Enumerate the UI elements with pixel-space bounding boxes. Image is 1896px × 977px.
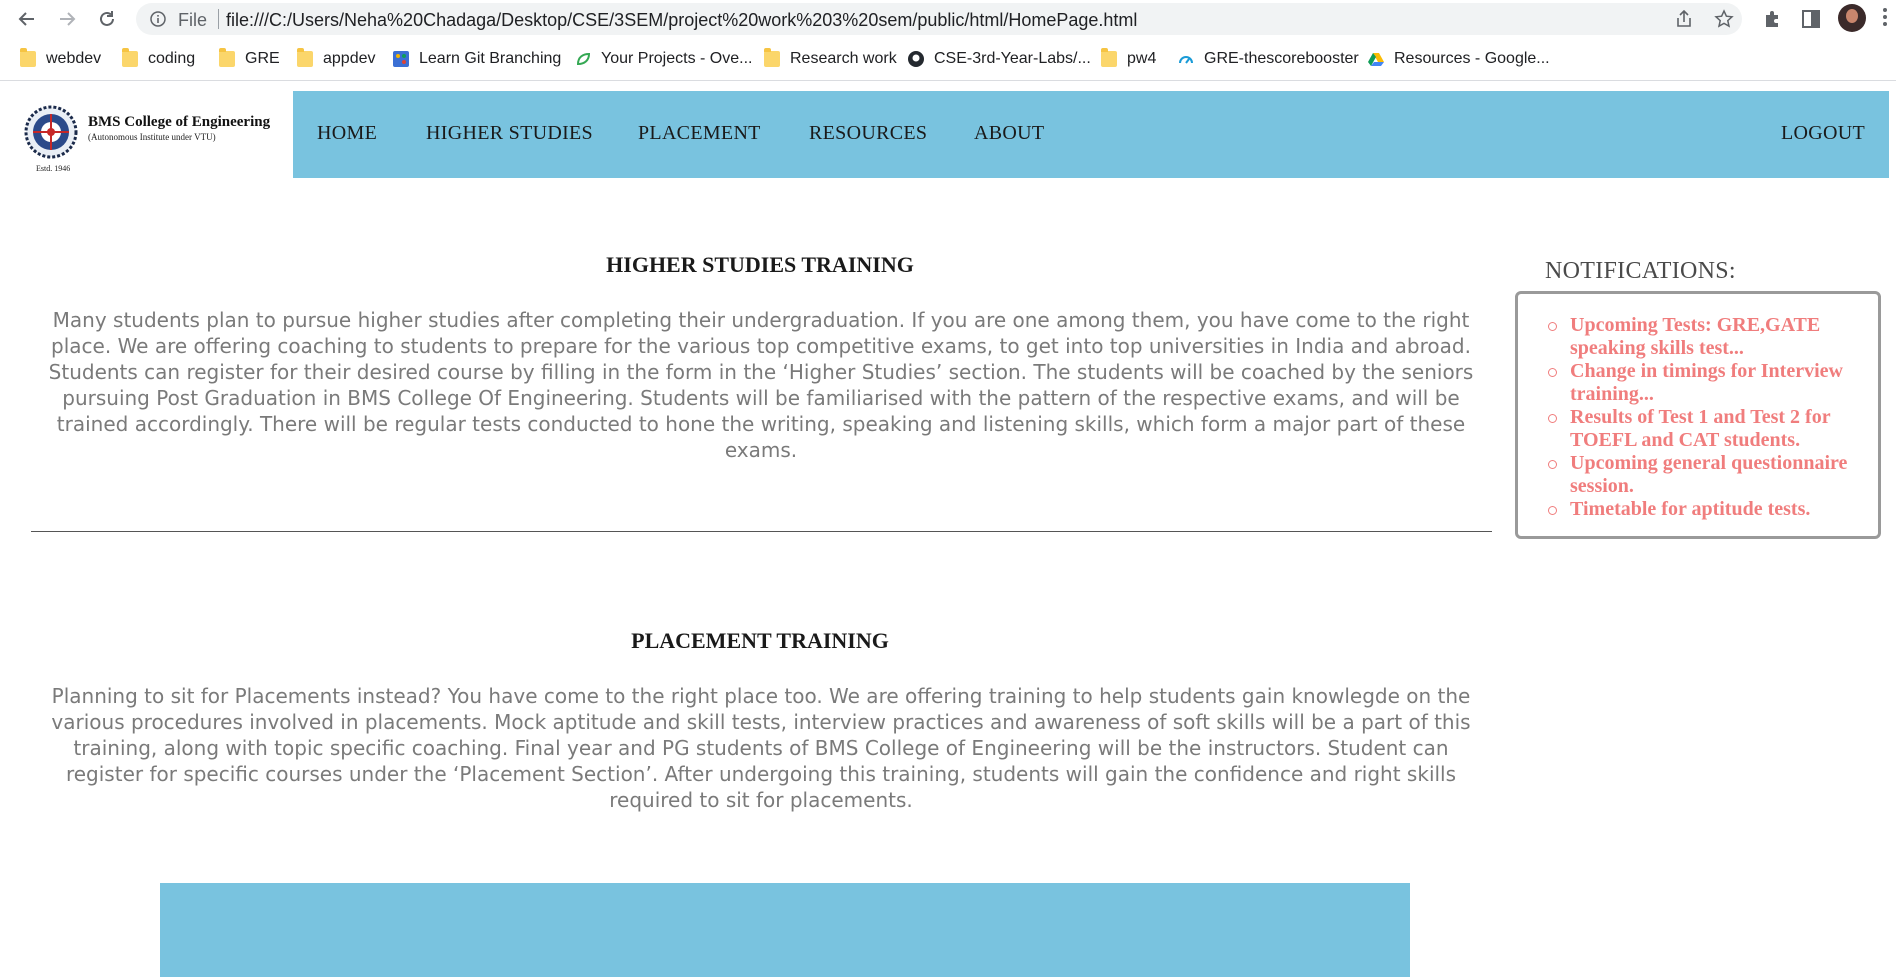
- folder-icon: [1101, 48, 1117, 67]
- bookmark-webdev[interactable]: webdev: [20, 48, 101, 70]
- notification-item[interactable]: Upcoming Tests: GRE,GATE speaking skills…: [1546, 314, 1862, 360]
- main-navbar: HOME HIGHER STUDIES PLACEMENT RESOURCES …: [293, 91, 1889, 178]
- folder-icon: [20, 48, 36, 67]
- forward-arrow-icon[interactable]: [54, 6, 80, 32]
- nav-about[interactable]: ABOUT: [974, 122, 1044, 145]
- bookmark-label: Your Projects - Ove...: [601, 50, 753, 67]
- back-arrow-icon[interactable]: [14, 6, 40, 32]
- placement-title: PLACEMENT TRAINING: [631, 628, 889, 653]
- nav-higher-studies[interactable]: HIGHER STUDIES: [426, 122, 593, 145]
- bookmark-resources-google[interactable]: Resources - Google...: [1368, 48, 1550, 70]
- bookmark-label: GRE: [245, 50, 280, 67]
- profile-avatar[interactable]: [1838, 4, 1866, 32]
- bookmark-research-work[interactable]: Research work: [764, 48, 897, 70]
- notifications-panel: Upcoming Tests: GRE,GATE speaking skills…: [1515, 291, 1881, 539]
- bookmark-your-projects[interactable]: Your Projects - Ove...: [575, 48, 752, 70]
- bookmark-label: GRE-thescorebooster: [1204, 50, 1359, 67]
- college-name: BMS College of Engineering: [88, 114, 271, 130]
- git-branching-icon: [393, 51, 409, 67]
- github-icon: [908, 51, 924, 67]
- gauge-icon: [1178, 51, 1194, 67]
- bookmarks-bar: webdev coding GRE appdev Learn Git Branc…: [0, 38, 1896, 81]
- bookmark-coding[interactable]: coding: [122, 48, 195, 70]
- address-bar[interactable]: File file:///C:/Users/Neha%20Chadaga/Des…: [136, 3, 1742, 35]
- notification-item[interactable]: Change in timings for Interview training…: [1546, 360, 1862, 406]
- separator: [218, 9, 219, 29]
- college-logo[interactable]: BMS College of Engineering (Autonomous I…: [20, 100, 290, 180]
- section-divider: [31, 531, 1492, 532]
- bookmark-cse-labs[interactable]: CSE-3rd-Year-Labs/...: [908, 48, 1091, 70]
- bookmark-learn-git-branching[interactable]: Learn Git Branching: [393, 48, 561, 70]
- nav-home[interactable]: HOME: [317, 122, 377, 145]
- notifications-list: Upcoming Tests: GRE,GATE speaking skills…: [1546, 314, 1862, 521]
- placement-body: Planning to sit for Placements instead? …: [51, 684, 1471, 812]
- info-icon[interactable]: [150, 11, 166, 27]
- bookmark-label: webdev: [46, 50, 102, 67]
- college-established: Estd. 1946: [36, 164, 71, 173]
- bookmark-pw4[interactable]: pw4: [1101, 48, 1156, 70]
- folder-icon: [764, 48, 780, 67]
- notifications-title: NOTIFICATIONS:: [1545, 258, 1736, 284]
- content-banner: [160, 883, 1410, 977]
- google-drive-icon: [1368, 51, 1384, 67]
- browser-toolbar: File file:///C:/Users/Neha%20Chadaga/Des…: [0, 0, 1896, 38]
- bookmark-label: CSE-3rd-Year-Labs/...: [934, 50, 1091, 67]
- college-subtitle: (Autonomous Institute under VTU): [88, 132, 216, 142]
- notification-item[interactable]: Upcoming general questionnaire session.: [1546, 452, 1862, 498]
- side-panel-icon[interactable]: [1800, 8, 1822, 30]
- bookmark-label: Learn Git Branching: [419, 50, 562, 67]
- higher-studies-body: Many students plan to pursue higher stud…: [48, 308, 1474, 462]
- share-icon[interactable]: [1674, 9, 1694, 29]
- bookmark-label: appdev: [323, 50, 376, 67]
- folder-icon: [219, 48, 235, 67]
- notification-item[interactable]: Timetable for aptitude tests.: [1546, 498, 1862, 521]
- bookmark-label: Research work: [790, 50, 897, 67]
- bookmark-label: pw4: [1127, 50, 1157, 67]
- bookmark-gre[interactable]: GRE: [219, 48, 280, 70]
- scheme-label: File: [178, 10, 208, 30]
- menu-kebab-icon[interactable]: [1883, 6, 1889, 30]
- bookmark-appdev[interactable]: appdev: [297, 48, 376, 70]
- higher-studies-title: HIGHER STUDIES TRAINING: [606, 252, 914, 277]
- nav-resources[interactable]: RESOURCES: [809, 122, 927, 145]
- nav-placement[interactable]: PLACEMENT: [638, 122, 761, 145]
- folder-icon: [297, 48, 313, 67]
- leaf-icon: [575, 51, 591, 67]
- folder-icon: [122, 48, 138, 67]
- bookmark-label: coding: [148, 50, 196, 67]
- extensions-puzzle-icon[interactable]: [1762, 8, 1784, 30]
- college-emblem-icon: [24, 105, 78, 159]
- reload-icon[interactable]: [94, 6, 120, 32]
- notification-item[interactable]: Results of Test 1 and Test 2 for TOEFL a…: [1546, 406, 1862, 452]
- bookmark-label: Resources - Google...: [1394, 50, 1550, 67]
- url-text[interactable]: file:///C:/Users/Neha%20Chadaga/Desktop/…: [226, 10, 1137, 31]
- nav-logout[interactable]: LOGOUT: [1781, 122, 1865, 145]
- bookmark-star-icon[interactable]: [1714, 9, 1734, 29]
- bookmark-gre-thescorebooster[interactable]: GRE-thescorebooster: [1178, 48, 1359, 70]
